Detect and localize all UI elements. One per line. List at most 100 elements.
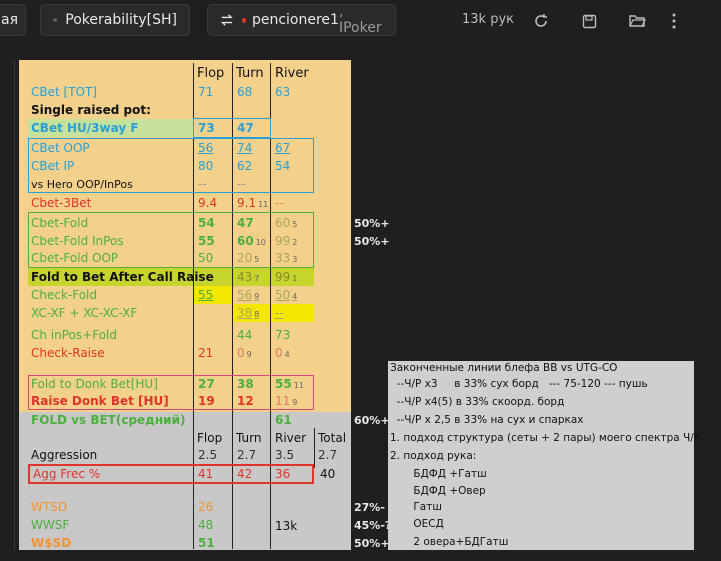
tab-button-partial[interactable]: ая bbox=[0, 4, 26, 36]
save-icon bbox=[582, 14, 596, 28]
notes-panel: Законченные линии блефа BB vs UTG-CO --Ч… bbox=[388, 361, 700, 550]
side-note-cbet-fold: 50%+ bbox=[354, 217, 390, 230]
check-fold-turn: 56 9 bbox=[237, 288, 259, 304]
note-line: БДФД +Овер bbox=[390, 485, 486, 497]
note-line: БДФД +Гатш bbox=[390, 468, 487, 480]
cbet-tot-flop: 71 bbox=[198, 85, 214, 99]
cbet-fold-oop-river-value: 33 bbox=[275, 251, 291, 265]
cbet-fold-label: Cbet-Fold bbox=[31, 216, 89, 230]
header-river-2: River bbox=[275, 431, 307, 445]
cbet-fold-oop-turn: 20 5 bbox=[237, 251, 259, 267]
header-turn: Turn bbox=[236, 66, 264, 81]
check-raise-label: Check-Raise bbox=[31, 346, 105, 360]
note-line: --Ч/Р x3 в 33% сух борд --- 75-120 --- п… bbox=[390, 378, 648, 390]
swap-arrows-icon bbox=[53, 18, 57, 22]
fold-to-bet-river-value: 99 bbox=[275, 270, 291, 284]
wtsd-label: WTSD bbox=[31, 500, 68, 514]
check-raise-river-value: 0 bbox=[275, 346, 283, 360]
cbet-fold-oop-river-sample: 3 bbox=[292, 255, 298, 264]
raise-donk-river-sample: 9 bbox=[292, 398, 298, 407]
side-note-wsd: 50%+ bbox=[354, 537, 390, 550]
cbet-fold-inpos-turn-sample: 10 bbox=[255, 238, 266, 247]
vs-hero-label: vs Hero OOP/InPos bbox=[31, 178, 133, 191]
fold-donk-river-sample: 11 bbox=[293, 381, 304, 390]
check-fold-label: Check-Fold bbox=[31, 288, 98, 302]
check-fold-river-value: 50 bbox=[275, 288, 291, 302]
aggression-river: 3.5 bbox=[275, 448, 295, 462]
status-dot bbox=[241, 17, 246, 23]
cbet-3bet-turn: 9.1 11 bbox=[237, 196, 268, 212]
header-flop: Flop bbox=[197, 66, 225, 81]
save-button[interactable] bbox=[579, 11, 599, 31]
header-flop-2: Flop bbox=[197, 431, 223, 445]
hands-sample: 13k bbox=[275, 519, 298, 533]
check-fold-river-sample: 4 bbox=[292, 292, 298, 301]
fold-to-bet-river: 99 1 bbox=[275, 270, 297, 286]
open-folder-button[interactable] bbox=[627, 11, 647, 31]
fold-donk-river: 55 11 bbox=[275, 377, 304, 393]
agg-frec-river: 36 bbox=[275, 467, 291, 481]
xc-xf-river: -- bbox=[275, 306, 284, 320]
note-line: 2. подход рука: bbox=[390, 450, 477, 462]
raise-donk-turn: 12 bbox=[237, 394, 254, 408]
cbet-tot-label: CBet [TOT] bbox=[31, 85, 97, 99]
cbet-fold-inpos-river: 99 2 bbox=[275, 234, 297, 250]
note-line: --Ч/Р x4(5) в 33% скоорд. борд bbox=[390, 396, 565, 408]
cbet-fold-inpos-label: Cbet-Fold InPos bbox=[31, 234, 124, 248]
fold-vs-bet-river: 61 bbox=[275, 413, 292, 427]
cbet-oop-river: 67 bbox=[275, 141, 291, 155]
pokerability-button[interactable]: Pokerability[SH] bbox=[40, 4, 190, 36]
check-raise-turn-value: 0 bbox=[237, 346, 245, 360]
cbet-fold-oop-turn-sample: 5 bbox=[254, 255, 260, 264]
player-selector-button[interactable]: pencionere1 , IPoker bbox=[207, 4, 396, 36]
agg-frec-turn: 42 bbox=[237, 467, 253, 481]
fold-donk-flop: 27 bbox=[198, 377, 215, 391]
header-river: River bbox=[275, 66, 309, 81]
xc-xf-turn-value: 38 bbox=[237, 306, 253, 320]
side-note-wtsd: 27%- bbox=[354, 501, 385, 514]
fold-to-bet-river-sample: 1 bbox=[292, 274, 298, 283]
wsd-label: W$SD bbox=[31, 536, 72, 550]
wsd-value: 51 bbox=[198, 536, 215, 550]
cbet-oop-label: CBet OOP bbox=[31, 141, 90, 155]
check-fold-turn-sample: 9 bbox=[254, 292, 260, 301]
more-options-button[interactable] bbox=[664, 11, 684, 31]
note-line: 1. подход структура (сеты + 2 пары) моег… bbox=[390, 432, 701, 444]
aggression-total: 2.7 bbox=[318, 448, 338, 462]
xc-xf-label: XC-XF + XC-XC-XF bbox=[31, 306, 138, 320]
cbet-3bet-river: -- bbox=[275, 196, 284, 210]
fold-donk-turn: 38 bbox=[237, 377, 254, 391]
xc-xf-turn: 38 8 bbox=[237, 306, 259, 322]
cbet-tot-turn: 68 bbox=[237, 85, 253, 99]
side-note-fold-vs-bet: 60%+ bbox=[354, 414, 390, 427]
wwsf-value: 48 bbox=[198, 518, 214, 532]
cbet-fold-river: 60 5 bbox=[275, 216, 297, 232]
agg-frec-flop: 41 bbox=[198, 467, 214, 481]
cbet-fold-inpos-turn: 60 10 bbox=[237, 234, 266, 250]
vs-hero-turn: -- bbox=[237, 177, 246, 191]
cbet-ip-flop: 80 bbox=[198, 159, 214, 173]
single-raised-label: Single raised pot: bbox=[31, 103, 151, 117]
side-note-cbet-fold-inpos: 50%+ bbox=[354, 235, 390, 248]
ch-inpos-river: 73 bbox=[275, 328, 291, 342]
cbet-oop-flop: 56 bbox=[198, 141, 214, 155]
aggression-label: Aggression bbox=[31, 448, 98, 462]
aggression-flop: 2.5 bbox=[198, 448, 218, 462]
raise-donk-river-value: 11 bbox=[275, 394, 291, 408]
cbet-hu-label: CBet HU/3way F bbox=[31, 121, 139, 135]
tab-label: ая bbox=[1, 12, 19, 28]
refresh-button[interactable] bbox=[531, 11, 551, 31]
fold-to-bet-label: Fold to Bet After Call Raise bbox=[31, 270, 214, 284]
vs-hero-flop: -- bbox=[198, 177, 207, 191]
fold-to-bet-turn-sample: 7 bbox=[254, 274, 260, 283]
cbet-fold-inpos-river-value: 99 bbox=[275, 234, 291, 248]
fold-donk-label: Fold to Donk Bet[HU] bbox=[31, 377, 158, 391]
xc-xf-turn-sample: 8 bbox=[254, 310, 260, 319]
raise-donk-flop: 19 bbox=[198, 394, 215, 408]
cbet-oop-turn: 74 bbox=[237, 141, 253, 155]
cbet-3bet-turn-sample: 11 bbox=[258, 200, 269, 209]
cbet-fold-oop-label: Cbet-Fold OOP bbox=[31, 251, 119, 265]
cbet-fold-oop-river: 33 3 bbox=[275, 251, 297, 267]
player-site: , IPoker bbox=[338, 4, 382, 36]
fold-to-bet-turn: 43 7 bbox=[237, 270, 259, 286]
